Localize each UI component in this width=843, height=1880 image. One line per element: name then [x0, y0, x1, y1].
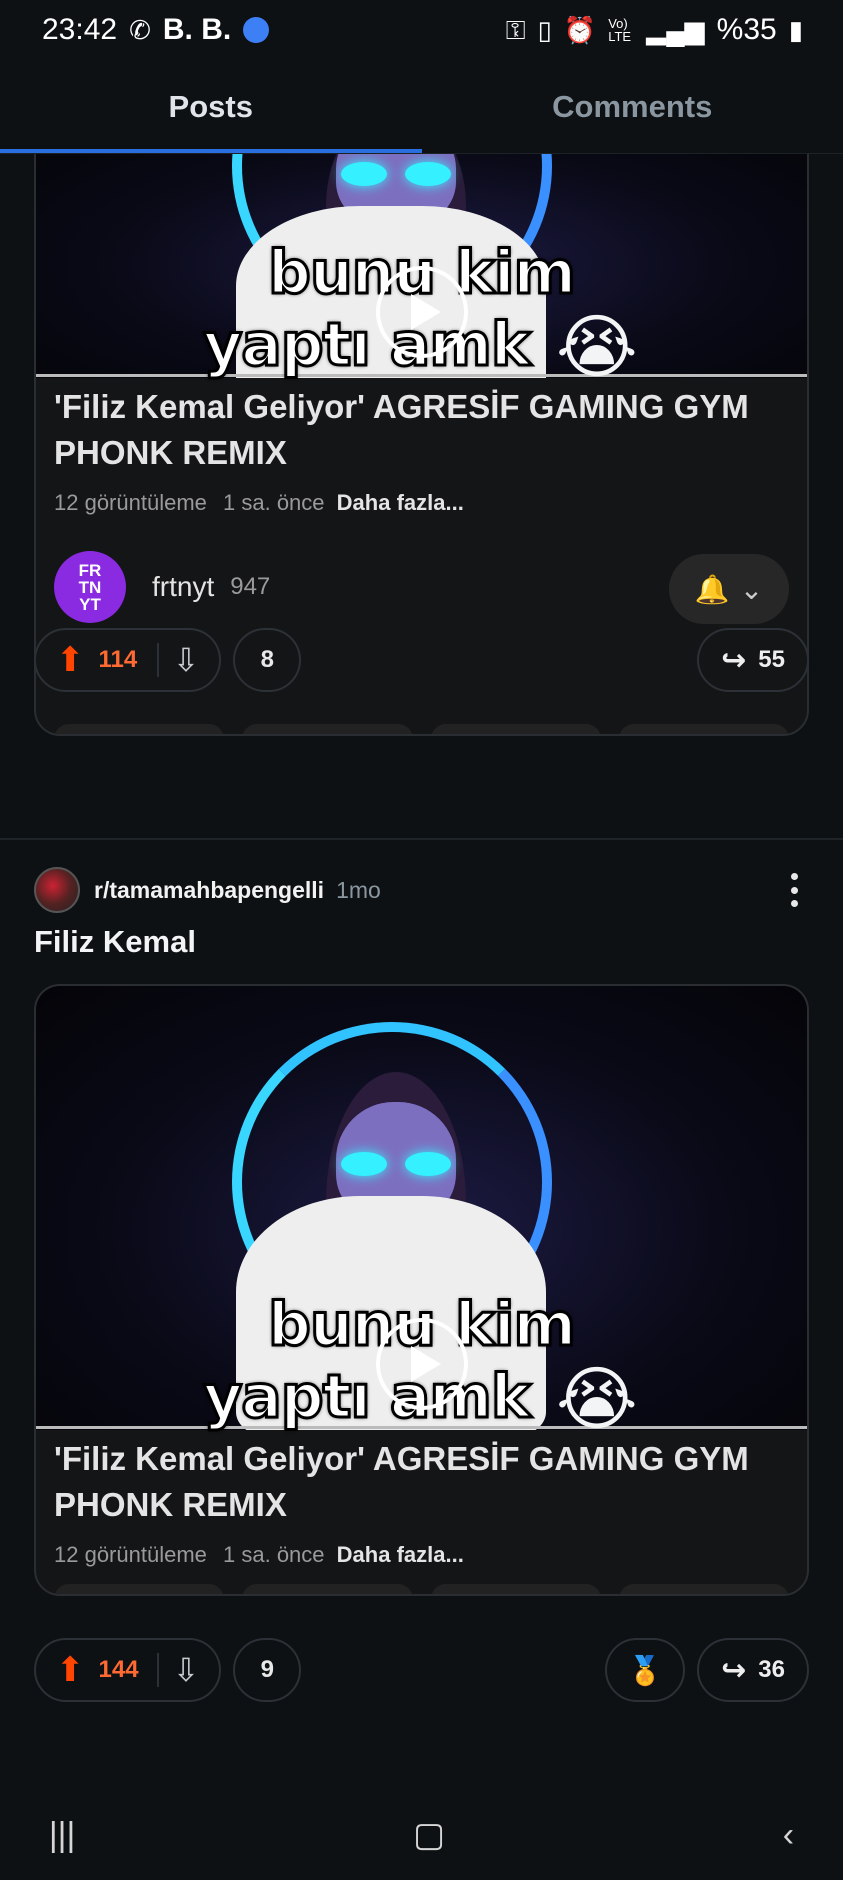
profile-tabs: Posts Comments [0, 60, 843, 154]
video-more-link[interactable]: Daha fazla... [337, 490, 464, 515]
share-count: 36 [758, 1656, 785, 1683]
status-bar: 23:42 ✆ B. B. ⚿ ▯ ⏰ Vo) LTE ▂▄▆ %35 ▮ [0, 0, 843, 60]
channel-row: FR TN YT frtnyt 947 🔔 ⌄ [36, 542, 807, 632]
carrier-tag: B. B. [162, 13, 232, 46]
video-meta: 12 görüntüleme 1 sa. önce Daha fazla... [36, 490, 807, 516]
share-icon: ↪ [721, 1653, 747, 1687]
share-button[interactable]: ↪ 36 [697, 1638, 809, 1702]
post-title[interactable]: Filiz Kemal [34, 924, 196, 960]
comments-button[interactable]: 9 [233, 1638, 302, 1702]
network-type: Vo) LTE [608, 16, 632, 44]
channel-avatar[interactable]: FR TN YT [54, 551, 126, 623]
vote-divider [156, 1653, 159, 1687]
glowing-eyes [341, 162, 451, 186]
channel-row: FR TN YT frtnyt 947 🔔 ⌄ [36, 1594, 807, 1596]
video-more-link[interactable]: Daha fazla... [337, 1542, 464, 1567]
battery-icon: ▮ [788, 15, 803, 45]
home-icon[interactable]: ▢ [413, 1815, 445, 1855]
vote-control: ⬆ 114 ⇩ [34, 628, 222, 692]
key-icon: ⚿ [505, 15, 526, 45]
chevron-down-icon: ⌄ [739, 573, 764, 605]
video-views: 12 görüntüleme [54, 1542, 207, 1567]
share-count: 55 [758, 646, 785, 673]
video-age: 1 sa. önce [223, 490, 325, 515]
channel-subscribers: 947 [230, 573, 271, 600]
whatsapp-icon: ✆ [129, 15, 151, 45]
award-icon: 🏅 [627, 1654, 663, 1686]
upvote-icon[interactable]: ⬆ [56, 1650, 85, 1690]
system-nav-bar: ||| ▢ ‹ [0, 1790, 843, 1880]
video-views: 12 görüntüleme [54, 490, 207, 515]
subreddit-avatar[interactable] [34, 867, 80, 913]
vote-divider [156, 643, 159, 677]
crying-face-emoji: 😭 [556, 1360, 638, 1438]
subreddit-name[interactable]: r/tamamahbapengelli [94, 877, 324, 904]
battery-percent: %35 [716, 13, 777, 46]
post-actions: ⬆ 144 ⇩ 9 🏅 ↪ 36 [34, 1638, 809, 1702]
chip-row [36, 1584, 807, 1594]
downvote-icon[interactable]: ⇩ [173, 1651, 200, 1689]
signal-icon: ▂▄▆ [646, 15, 705, 45]
shield-badge-icon [243, 17, 270, 43]
channel-name[interactable]: frtnyt [152, 571, 214, 603]
play-button[interactable] [375, 1318, 468, 1410]
more-options-icon[interactable] [779, 870, 809, 910]
tab-posts[interactable]: Posts [0, 60, 422, 153]
video-age: 1 sa. önce [223, 1542, 325, 1567]
share-button[interactable]: ↪ 55 [697, 628, 809, 692]
tab-comments[interactable]: Comments [422, 60, 843, 153]
video-embed[interactable]: bunu kim yaptı amk 😭 'Filiz Kemal Geliyo… [34, 984, 809, 1596]
video-meta: 12 görüntüleme 1 sa. önce Daha fazla... [36, 1542, 807, 1568]
share-icon: ↪ [721, 643, 747, 677]
comments-button[interactable]: 8 [233, 628, 302, 692]
bell-icon: 🔔 [694, 573, 730, 605]
recent-apps-icon[interactable]: ||| [49, 1816, 76, 1855]
crying-face-emoji: 😭 [556, 308, 638, 386]
video-title: 'Filiz Kemal Geliyor' AGRESİF GAMING GYM… [54, 388, 749, 471]
downvote-icon[interactable]: ⇩ [173, 641, 200, 679]
play-button[interactable] [375, 266, 468, 358]
subscribe-bell-button[interactable]: 🔔 ⌄ [669, 554, 789, 624]
vote-count: 144 [98, 1656, 139, 1683]
chip-row [36, 724, 807, 734]
back-icon[interactable]: ‹ [783, 1816, 794, 1855]
vote-count: 114 [98, 646, 138, 673]
award-button[interactable]: 🏅 [605, 1638, 686, 1702]
video-title: 'Filiz Kemal Geliyor' AGRESİF GAMING GYM… [54, 1440, 749, 1523]
post-divider [0, 838, 843, 840]
post-age: 1mo [336, 876, 381, 903]
glowing-eyes [341, 1152, 451, 1176]
feed[interactable]: bunu kim yaptı amk 😭 'Filiz Kemal Geliyo… [0, 154, 843, 1880]
post-actions: ⬆ 114 ⇩ 8 ↪ 55 [34, 628, 809, 692]
alarm-icon: ⏰ [563, 15, 597, 45]
clock: 23:42 [42, 13, 118, 46]
post-header: r/tamamahbapengelli 1mo [34, 865, 809, 915]
vote-control: ⬆ 144 ⇩ [34, 1638, 222, 1702]
upvote-icon[interactable]: ⬆ [56, 640, 85, 680]
battery-saver-icon: ▯ [537, 15, 552, 45]
